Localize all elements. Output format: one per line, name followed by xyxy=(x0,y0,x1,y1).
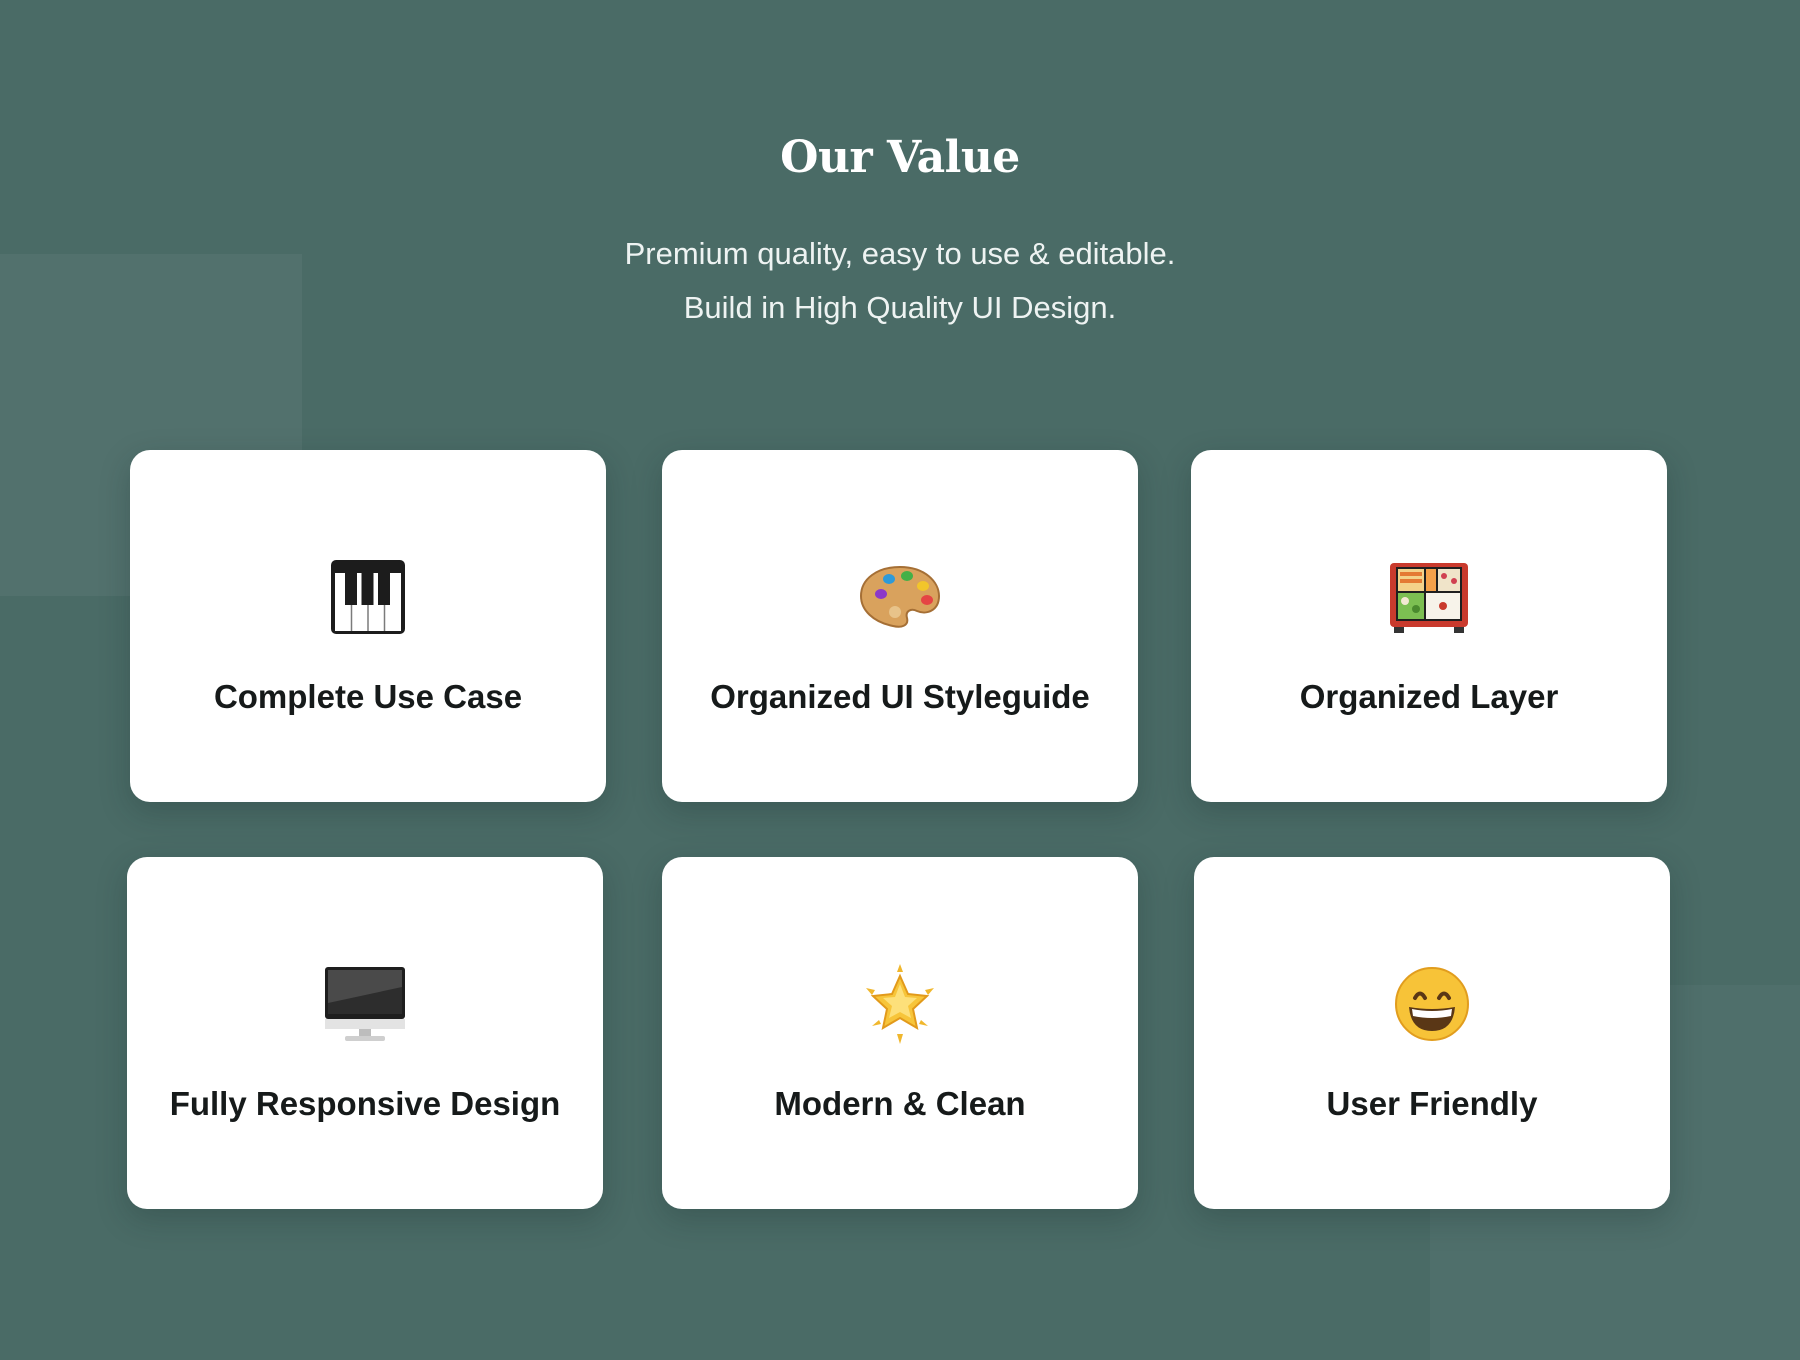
bento-box-icon xyxy=(1191,556,1667,638)
value-card-organized-ui-styleguide: Organized UI Styleguide xyxy=(662,450,1138,802)
card-label: Modern & Clean xyxy=(774,1085,1026,1122)
section-subtitle-line-2: Build in High Quality UI Design. xyxy=(683,290,1117,325)
artist-palette-icon xyxy=(662,556,1138,638)
piano-keys-icon xyxy=(130,556,606,638)
value-card-modern-and-clean: Modern & Clean xyxy=(662,857,1138,1209)
section-subtitle-line-1: Premium quality, easy to use & editable. xyxy=(624,236,1176,271)
value-card-complete-use-case: Complete Use Case xyxy=(130,450,606,802)
card-label: Complete Use Case xyxy=(213,678,523,715)
card-label: User Friendly xyxy=(1326,1085,1538,1122)
grinning-face-icon xyxy=(1194,963,1670,1045)
glowing-star-icon xyxy=(662,963,1138,1045)
value-card-fully-responsive-design: Fully Responsive Design xyxy=(127,857,603,1209)
section-title: Our Value xyxy=(780,132,1020,183)
card-label: Fully Responsive Design xyxy=(169,1085,561,1122)
value-card-organized-layer: Organized Layer xyxy=(1191,450,1667,802)
value-card-user-friendly: User Friendly xyxy=(1194,857,1670,1209)
card-label: Organized UI Styleguide xyxy=(710,678,1090,715)
desktop-computer-icon xyxy=(127,963,603,1045)
card-label: Organized Layer xyxy=(1299,678,1559,715)
